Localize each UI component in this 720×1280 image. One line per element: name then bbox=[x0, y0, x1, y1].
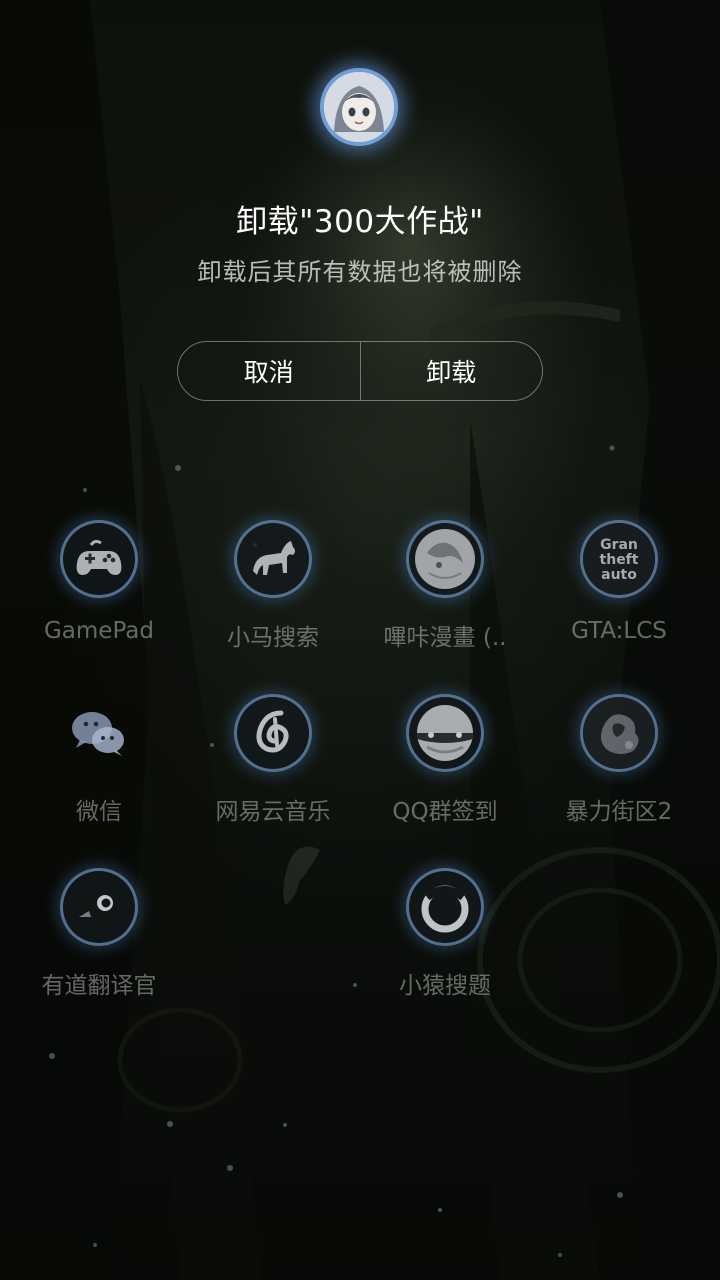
app-label: 嗶咔漫畫 (.. bbox=[383, 625, 507, 651]
app-qq-checkin[interactable]: QQ群签到 bbox=[355, 688, 535, 838]
dialog-title: 卸载"300大作战" bbox=[236, 204, 484, 240]
app-label: 网易云音乐 bbox=[215, 799, 331, 825]
dialog-subtitle: 卸载后其所有数据也将被删除 bbox=[197, 258, 523, 286]
svg-text:theft: theft bbox=[600, 552, 639, 568]
app-label: 小马搜索 bbox=[227, 625, 319, 651]
gamepad-icon bbox=[60, 520, 138, 598]
qq-icon bbox=[406, 694, 484, 772]
app-label: GamePad bbox=[43, 618, 154, 644]
app-label: 暴力街区2 bbox=[565, 799, 673, 825]
app-label: 有道翻译官 bbox=[41, 973, 157, 999]
app-gta[interactable]: Gran theft auto GTA:LCS bbox=[529, 514, 709, 664]
svg-text:auto: auto bbox=[601, 567, 637, 583]
app-wechat[interactable]: 微信 bbox=[9, 688, 189, 838]
svg-text:Gran: Gran bbox=[600, 537, 638, 553]
app-gamepad[interactable]: GamePad bbox=[9, 514, 189, 664]
wechat-icon bbox=[60, 694, 138, 772]
app-netease-music[interactable]: 网易云音乐 bbox=[183, 688, 363, 838]
app-label: GTA:LCS bbox=[571, 618, 667, 644]
uninstall-screen: 卸载"300大作战" 卸载后其所有数据也将被删除 取消 卸载 GamePad 小… bbox=[0, 0, 720, 1280]
app-manga[interactable]: 嗶咔漫畫 (.. bbox=[355, 514, 535, 664]
app-xiaoma[interactable]: 小马搜索 bbox=[183, 514, 363, 664]
app-street-game[interactable]: 暴力街区2 bbox=[529, 688, 709, 838]
app-label: 微信 bbox=[76, 799, 122, 825]
gta-icon: Gran theft auto bbox=[580, 520, 658, 598]
uninstall-button[interactable]: 卸载 bbox=[361, 342, 543, 400]
app-label: 小猿搜题 bbox=[399, 973, 491, 999]
horse-icon bbox=[234, 520, 312, 598]
ring-icon bbox=[406, 868, 484, 946]
music-icon bbox=[234, 694, 312, 772]
manga-icon bbox=[406, 520, 484, 598]
bird-icon bbox=[60, 868, 138, 946]
game-icon bbox=[580, 694, 658, 772]
app-label: QQ群签到 bbox=[392, 799, 498, 825]
app-avatar-icon bbox=[320, 68, 398, 146]
cancel-button[interactable]: 取消 bbox=[178, 342, 361, 400]
app-xiaoyuan[interactable]: 小猿搜题 bbox=[355, 862, 535, 1012]
dialog-button-group: 取消 卸载 bbox=[177, 341, 543, 401]
app-youdao[interactable]: 有道翻译官 bbox=[9, 862, 189, 1012]
